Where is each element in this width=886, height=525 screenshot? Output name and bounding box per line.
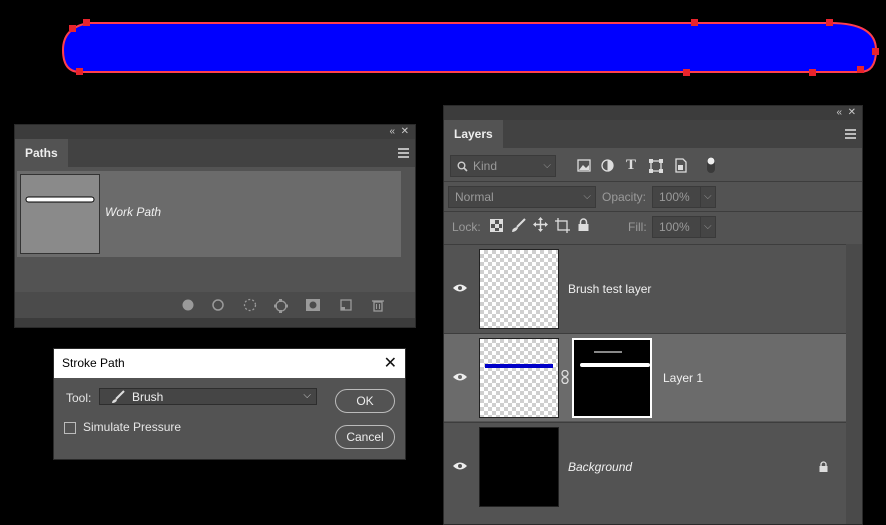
path-name: Work Path: [105, 205, 162, 219]
lock-pixels-icon[interactable]: [511, 218, 526, 233]
opacity-dropdown-button[interactable]: ⌵: [700, 186, 716, 208]
layer-name: Brush test layer: [568, 282, 652, 296]
lock-position-icon[interactable]: [533, 217, 548, 232]
layers-scrollbar[interactable]: [846, 244, 862, 524]
lock-icon[interactable]: [818, 461, 829, 473]
fill-dropdown-button[interactable]: ⌵: [700, 216, 716, 238]
filter-kind-select[interactable]: Kind ⌵: [450, 155, 556, 177]
simulate-pressure-label: Simulate Pressure: [83, 420, 182, 434]
paths-panel: « ✕ Paths Work Path: [14, 124, 416, 328]
collapse-icon[interactable]: «: [836, 106, 842, 120]
close-icon[interactable]: ✕: [384, 349, 397, 378]
layer-row-background[interactable]: Background: [444, 422, 846, 510]
dialog-title: Stroke Path: [62, 356, 125, 370]
lock-label: Lock:: [452, 220, 481, 234]
tab-paths[interactable]: Paths: [15, 139, 68, 167]
brush-icon: [112, 390, 125, 403]
shape-filter-icon[interactable]: [649, 159, 663, 173]
new-path-icon[interactable]: [339, 298, 353, 312]
mask-white-stroke: [580, 363, 650, 367]
layer-row-layer-1[interactable]: Layer 1: [444, 333, 846, 421]
chevron-down-icon: ⌵: [543, 160, 551, 171]
path-item-work-path[interactable]: Work Path: [17, 171, 401, 257]
blend-mode-select[interactable]: Normal ⌵: [448, 186, 596, 208]
thumb-blue-stroke: [485, 364, 553, 368]
chevron-down-icon: ⌵: [583, 191, 591, 202]
simulate-pressure-checkbox[interactable]: [64, 422, 76, 434]
fill-path-icon[interactable]: [181, 298, 195, 312]
tool-label: Tool:: [66, 391, 92, 405]
eye-icon[interactable]: [453, 283, 467, 293]
close-icon[interactable]: ✕: [848, 106, 856, 120]
paths-tabbar: Paths: [15, 139, 415, 167]
lock-transparent-icon[interactable]: [490, 219, 503, 232]
dialog-titlebar: Stroke Path ✕: [54, 349, 405, 378]
collapse-icon[interactable]: «: [389, 125, 395, 139]
mask-gray-stroke: [594, 351, 622, 353]
tab-layers[interactable]: Layers: [444, 120, 503, 148]
eye-icon[interactable]: [453, 461, 467, 471]
make-path-icon[interactable]: [273, 298, 288, 313]
search-icon: [457, 161, 468, 172]
layer-name: Layer 1: [663, 371, 704, 385]
cancel-button[interactable]: Cancel: [335, 425, 395, 449]
add-mask-icon[interactable]: [305, 298, 320, 312]
panel-titlebar: « ✕: [444, 106, 862, 120]
tool-value: Brush: [132, 390, 164, 404]
layer-thumbnail: [479, 249, 559, 329]
tool-select[interactable]: Brush ⌵: [99, 388, 317, 405]
fill-input[interactable]: 100%: [652, 216, 702, 238]
opacity-label: Opacity:: [602, 190, 647, 204]
blend-mode-value: Normal: [455, 190, 494, 204]
panel-menu-icon[interactable]: [845, 129, 856, 141]
stroke-path-dialog: Stroke Path ✕ Tool: Brush ⌵ OK Cancel Si…: [53, 348, 406, 460]
load-selection-icon[interactable]: [243, 298, 257, 312]
divider: [444, 181, 862, 182]
eye-icon[interactable]: [453, 372, 467, 382]
panel-titlebar: « ✕: [15, 125, 415, 139]
fill-label: Fill:: [628, 220, 647, 234]
filter-toggle-icon[interactable]: [706, 156, 716, 174]
stroke-path-icon[interactable]: [211, 298, 225, 312]
layer-name: Background: [568, 460, 633, 474]
opacity-input[interactable]: 100%: [652, 186, 702, 208]
ok-button[interactable]: OK: [335, 389, 395, 413]
layer-thumbnail: [479, 338, 559, 418]
layer-mask-thumbnail[interactable]: [572, 338, 652, 418]
trash-icon[interactable]: [371, 298, 385, 312]
divider: [444, 211, 862, 212]
layer-row-brush-test[interactable]: Brush test layer: [444, 244, 846, 332]
smart-object-filter-icon[interactable]: [674, 158, 688, 173]
link-icon[interactable]: [561, 370, 569, 384]
paths-footer: [15, 292, 415, 318]
panel-menu-icon[interactable]: [398, 148, 409, 160]
lock-all-icon[interactable]: [577, 218, 590, 232]
lock-artboard-icon[interactable]: [555, 218, 570, 233]
layer-thumbnail: [479, 427, 559, 507]
panel-resize-grip[interactable]: [15, 318, 415, 327]
filter-kind-value: Kind: [473, 159, 498, 173]
adjustment-filter-icon[interactable]: [601, 159, 614, 172]
path-shape[interactable]: [61, 22, 878, 73]
layers-panel: « ✕ Layers Kind ⌵ T Normal ⌵ Opacity: 10…: [443, 105, 863, 525]
layers-tabbar: Layers: [444, 120, 862, 148]
close-icon[interactable]: ✕: [401, 125, 409, 139]
type-filter-icon[interactable]: T: [626, 157, 636, 174]
path-thumbnail: [20, 174, 100, 254]
canvas-work-path[interactable]: [0, 0, 886, 110]
image-filter-icon[interactable]: [577, 159, 591, 172]
chevron-down-icon: ⌵: [303, 390, 311, 401]
